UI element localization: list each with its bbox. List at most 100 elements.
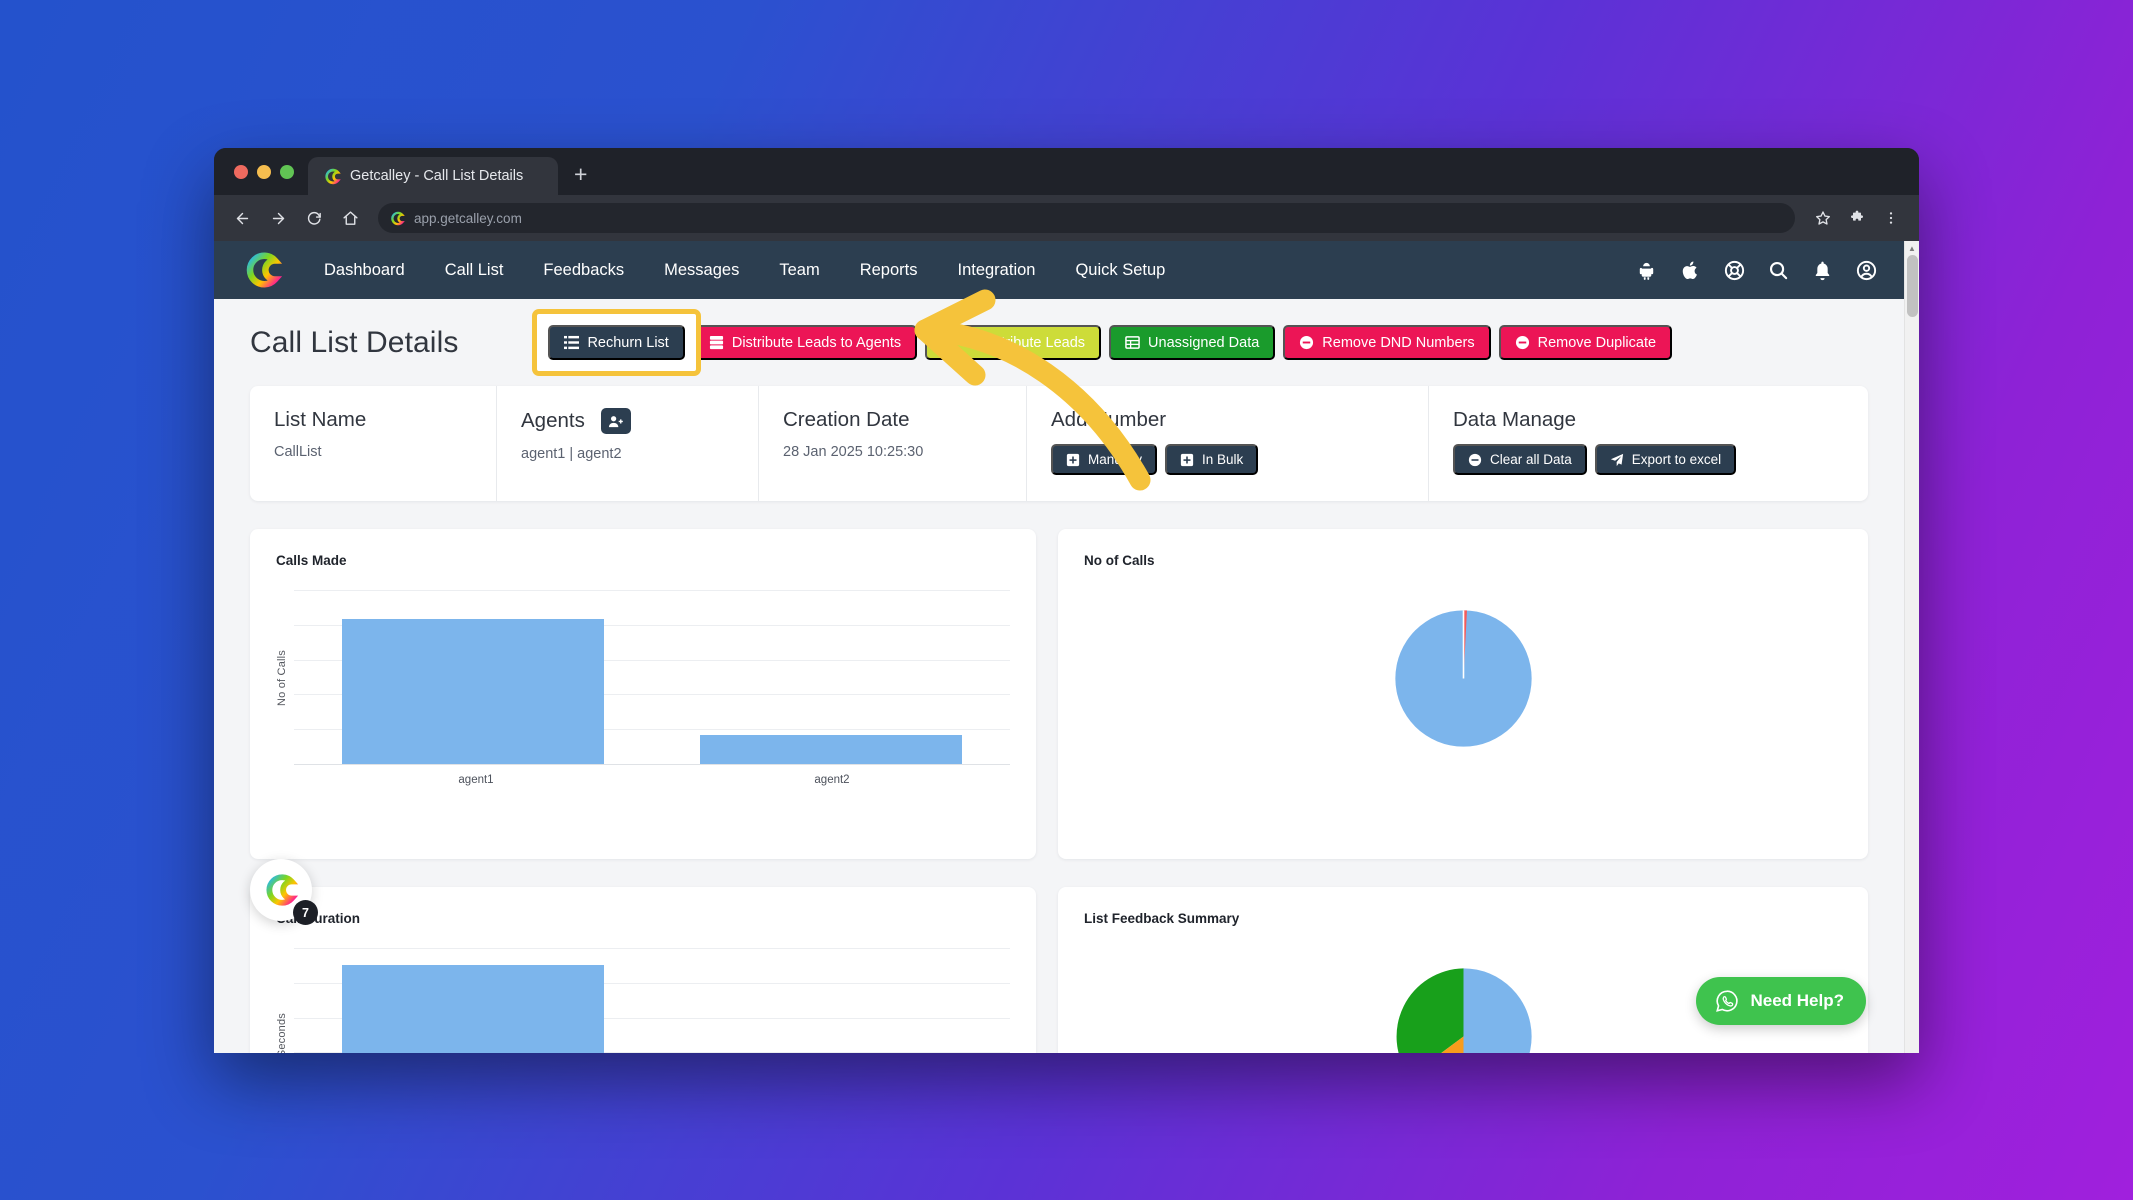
table-icon (1125, 336, 1140, 349)
plus-square-icon (1180, 453, 1194, 466)
chart-row-bottom: Call Duration Seconds List Feedback Summ… (250, 887, 1868, 1053)
page-scrollbar[interactable]: ▲ (1904, 241, 1919, 1053)
export-to-excel-button[interactable]: Export to excel (1594, 444, 1737, 475)
lifebuoy-help-icon[interactable] (1723, 259, 1746, 282)
account-avatar-icon[interactable] (1855, 259, 1878, 282)
reload-icon[interactable] (298, 202, 330, 234)
scroll-up-arrow-icon[interactable]: ▲ (1905, 244, 1919, 253)
chat-unread-badge: 7 (293, 900, 318, 925)
data-manage-title: Data Manage (1453, 408, 1577, 431)
add-number-manually-label: Manually (1088, 452, 1143, 467)
add-number-bulk-button[interactable]: In Bulk (1165, 444, 1259, 475)
back-arrow-icon[interactable] (226, 202, 258, 234)
bar-agent2 (700, 735, 962, 764)
calls-made-y-axis-label: No of Calls (276, 649, 288, 706)
remove-dnd-numbers-button[interactable]: Remove DND Numbers (1283, 325, 1491, 360)
puzzle-icon[interactable] (1841, 202, 1873, 234)
unassigned-data-button[interactable]: Unassigned Data (1109, 325, 1276, 360)
browser-tab-title: Getcalley - Call List Details (350, 168, 524, 184)
getcalley-logo[interactable] (244, 251, 282, 289)
x-tick-agent1: agent1 (458, 774, 494, 786)
calls-made-chart-card: Calls Made No of Calls agent1 agent2 (250, 529, 1036, 859)
nav-links: Dashboard Call List Feedbacks Messages T… (304, 261, 1185, 280)
minus-circle-icon (1515, 335, 1529, 350)
maximize-window-button[interactable] (280, 164, 294, 179)
toolbar-right-group (1807, 202, 1907, 234)
calls-made-chart-title: Calls Made (276, 553, 347, 568)
address-bar[interactable]: app.getcalley.com (378, 203, 1795, 233)
nav-item-messages[interactable]: Messages (644, 261, 759, 280)
page-header: Call List Details Rechurn List Distribut (250, 309, 1868, 376)
nav-item-feedbacks[interactable]: Feedbacks (523, 261, 644, 280)
redistribute-leads-button[interactable]: Redistribute Leads (925, 325, 1102, 360)
need-help-whatsapp-button[interactable]: Need Help? (1696, 977, 1866, 1025)
call-duration-plot-area (294, 948, 1010, 1053)
list-icon (564, 335, 580, 350)
home-icon[interactable] (334, 202, 366, 234)
site-favicon-icon (391, 211, 405, 225)
minimize-window-button[interactable] (257, 164, 271, 179)
no-of-calls-chart-card: No of Calls (1058, 529, 1868, 859)
distribute-leads-button[interactable]: Distribute Leads to Agents (692, 325, 918, 360)
add-user-icon (609, 415, 624, 427)
list-feedback-summary-title: List Feedback Summary (1084, 911, 1240, 926)
call-duration-chart: Seconds (276, 948, 1010, 1053)
feedback-slice-green (1396, 968, 1463, 1053)
apple-icon[interactable] (1679, 259, 1702, 282)
add-number-manually-button[interactable]: Manually (1051, 444, 1158, 475)
search-icon[interactable] (1767, 259, 1790, 282)
creation-date-value: 28 Jan 2025 10:25:30 (783, 444, 924, 460)
bell-notification-icon[interactable] (1811, 259, 1834, 282)
creation-date-card: Creation Date 28 Jan 2025 10:25:30 (758, 386, 1026, 501)
browser-tab[interactable]: Getcalley - Call List Details (308, 157, 558, 195)
app-navbar: Dashboard Call List Feedbacks Messages T… (214, 241, 1904, 299)
remove-duplicate-button[interactable]: Remove Duplicate (1498, 325, 1673, 360)
star-icon[interactable] (1807, 202, 1839, 234)
list-feedback-summary-card: List Feedback Summary (1058, 887, 1868, 1053)
close-window-button[interactable] (234, 164, 248, 179)
redistribute-leads-label: Redistribute Leads (964, 334, 1086, 351)
new-tab-button[interactable]: + (558, 163, 603, 186)
window-controls (230, 148, 308, 195)
add-number-title: Add Number (1051, 408, 1167, 431)
add-user-button[interactable] (600, 408, 631, 434)
getcalley-chat-logo (266, 874, 298, 906)
page-body: Call List Details Rechurn List Distribut (214, 299, 1904, 1053)
page-title: Call List Details (250, 325, 459, 359)
nav-item-reports[interactable]: Reports (840, 261, 938, 280)
rechurn-list-button[interactable]: Rechurn List (548, 325, 685, 360)
three-dot-menu-icon[interactable] (1875, 202, 1907, 234)
agents-value: agent1 | agent2 (521, 446, 622, 462)
chart-row-top: Calls Made No of Calls agent1 agent2 No … (250, 529, 1868, 859)
nav-item-team[interactable]: Team (759, 261, 839, 280)
remove-duplicate-label: Remove Duplicate (1537, 334, 1657, 351)
nav-item-quick-setup[interactable]: Quick Setup (1055, 261, 1185, 280)
call-duration-chart-title: Call Duration (276, 911, 361, 926)
remove-dnd-numbers-label: Remove DND Numbers (1322, 334, 1475, 351)
forward-arrow-icon[interactable] (262, 202, 294, 234)
bar-agent1 (342, 619, 604, 764)
whatsapp-icon (1716, 990, 1739, 1012)
refresh-exchange-icon (943, 336, 955, 349)
add-number-card: Add Number Manually In Bulk (1026, 386, 1428, 501)
chat-widget-button[interactable]: 7 (250, 859, 318, 925)
creation-date-title: Creation Date (783, 408, 910, 431)
android-icon[interactable] (1635, 259, 1658, 282)
address-bar-url: app.getcalley.com (414, 210, 522, 226)
clear-all-data-button[interactable]: Clear all Data (1453, 444, 1587, 475)
nav-item-integration[interactable]: Integration (937, 261, 1055, 280)
nav-item-call-list[interactable]: Call List (425, 261, 524, 280)
clear-all-data-label: Clear all Data (1490, 452, 1572, 467)
browser-window: Getcalley - Call List Details + app.getc… (214, 148, 1919, 1053)
scrollbar-thumb[interactable] (1907, 255, 1918, 317)
nav-item-dashboard[interactable]: Dashboard (304, 261, 425, 280)
nav-icon-group (1635, 259, 1878, 282)
app-viewport: Dashboard Call List Feedbacks Messages T… (214, 241, 1919, 1053)
calls-made-chart: No of Calls (276, 590, 1010, 765)
calls-made-plot-area (294, 590, 1010, 765)
rechurn-list-label: Rechurn List (587, 334, 669, 351)
rechurn-list-highlight-wrapper: Rechurn List (532, 309, 701, 376)
browser-tab-strip: Getcalley - Call List Details + (214, 148, 1919, 195)
list-name-value: CallList (274, 444, 322, 460)
feedback-slice-blue (1463, 968, 1532, 1053)
